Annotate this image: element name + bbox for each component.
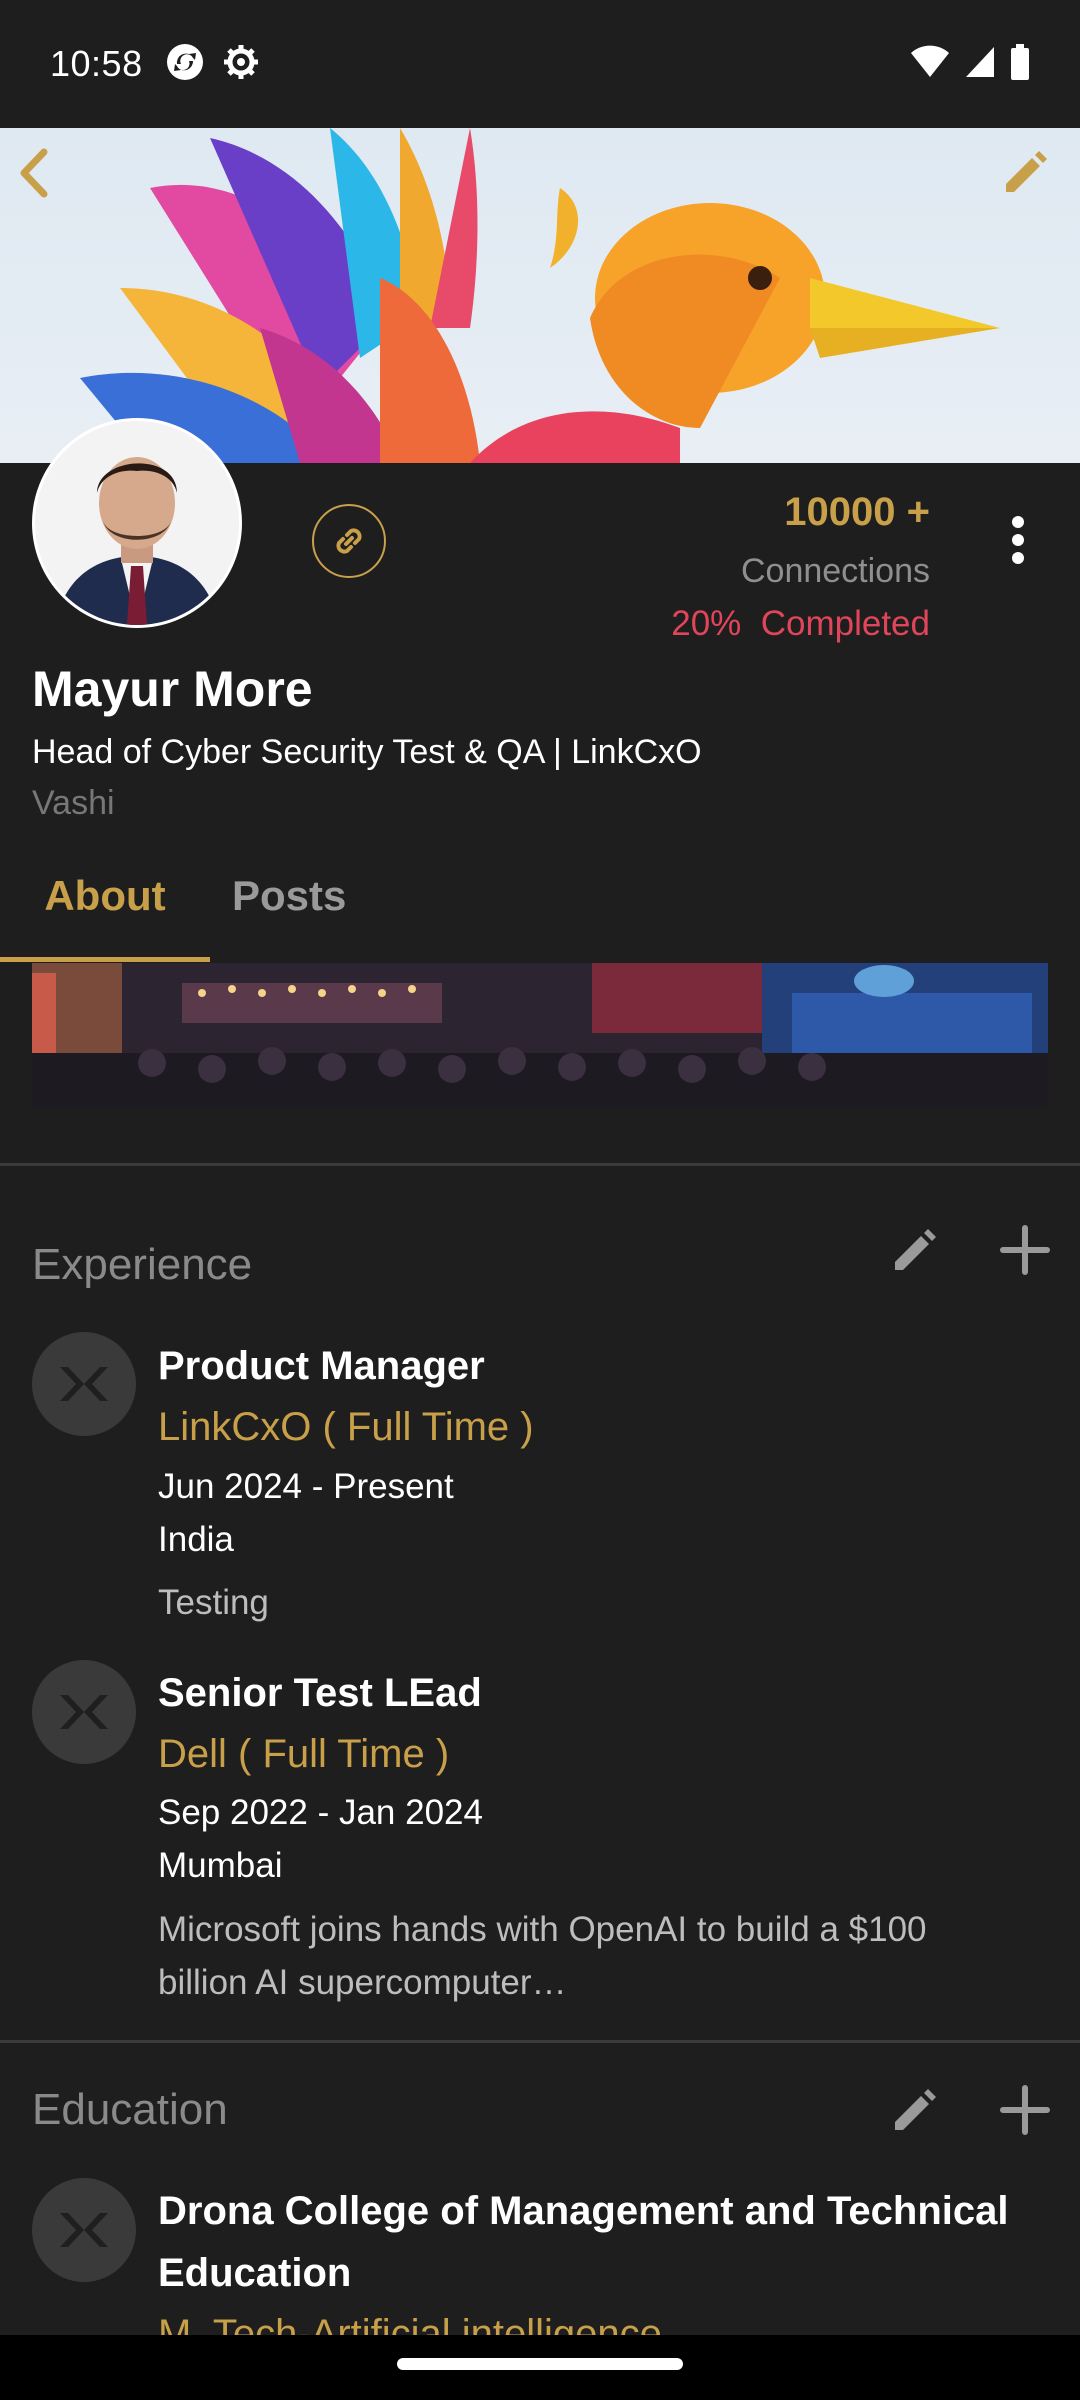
avatar[interactable]: [32, 418, 242, 628]
back-button[interactable]: [14, 148, 70, 204]
school-logo-icon: [32, 2178, 136, 2282]
experience-role: Product Manager: [158, 1344, 485, 1388]
experience-section-title: Experience: [32, 1240, 253, 1289]
experience-company: Dell ( Full Time ): [158, 1732, 450, 1776]
tab-posts[interactable]: Posts: [232, 860, 346, 962]
experience-company: LinkCxO ( Full Time ): [158, 1405, 534, 1449]
experience-dates: Sep 2022 - Jan 2024: [158, 1793, 483, 1832]
pencil-icon: [895, 2089, 936, 2130]
experience-description: Microsoft joins hands with OpenAI to bui…: [158, 1910, 927, 2002]
battery-icon: [1010, 43, 1030, 85]
connections-label[interactable]: Connections: [741, 552, 930, 591]
profile-completion: 20% Completed: [671, 604, 930, 643]
system-nav-bar: [0, 2335, 1080, 2400]
cover-image: [0, 128, 1080, 463]
add-education-button[interactable]: [990, 2075, 1060, 2145]
status-bar: 10:58: [0, 0, 1080, 128]
pencil-icon: [895, 1229, 936, 1270]
experience-location: India: [158, 1520, 234, 1559]
experience-location: Mumbai: [158, 1846, 283, 1885]
education-section-title: Education: [32, 2085, 228, 2134]
link-icon: [336, 528, 362, 554]
add-experience-button[interactable]: [990, 1215, 1060, 1285]
company-logo-icon: [32, 1660, 136, 1764]
more-vert-icon: [1012, 516, 1024, 528]
profile-screen: 10:58 10000 + Connections 20% Completed …: [0, 0, 1080, 2400]
profile-location: Vashi: [32, 784, 115, 822]
chevron-left-icon: [20, 148, 48, 198]
company-logo-icon: [32, 1332, 136, 1436]
more-options-button[interactable]: [998, 510, 1038, 570]
experience-dates: Jun 2024 - Present: [158, 1467, 454, 1506]
about-media-image[interactable]: [32, 963, 1048, 1108]
connections-count[interactable]: 10000 +: [784, 490, 930, 535]
section-divider: [0, 1163, 1080, 1166]
tab-about[interactable]: About: [0, 860, 210, 962]
signal-icon: [964, 45, 996, 84]
edit-cover-button[interactable]: [1002, 148, 1066, 212]
section-divider: [0, 2040, 1080, 2043]
plus-icon: [1000, 2085, 1050, 2135]
status-time: 10:58: [50, 43, 143, 84]
profile-tabs: About Posts: [0, 860, 1080, 962]
experience-role: Senior Test LEad: [158, 1671, 482, 1715]
share-link-button[interactable]: [312, 504, 386, 578]
education-degree: M. Tech-Artificial intelligence: [158, 2312, 662, 2335]
wifi-icon: [910, 45, 950, 84]
edit-education-button[interactable]: [880, 2075, 950, 2145]
settings-gear-icon: [221, 42, 261, 87]
edit-experience-button[interactable]: [880, 1215, 950, 1285]
home-gesture-handle[interactable]: [397, 2358, 683, 2370]
pencil-icon: [1006, 151, 1047, 192]
experience-description: Testing: [158, 1583, 269, 1622]
profile-name: Mayur More: [32, 661, 313, 717]
plus-icon: [1000, 1225, 1050, 1275]
education-school: Drona College of Management and Technica…: [158, 2189, 1009, 2295]
profile-headline: Head of Cyber Security Test & QA | LinkC…: [32, 733, 702, 771]
sync-icon: [165, 42, 205, 87]
